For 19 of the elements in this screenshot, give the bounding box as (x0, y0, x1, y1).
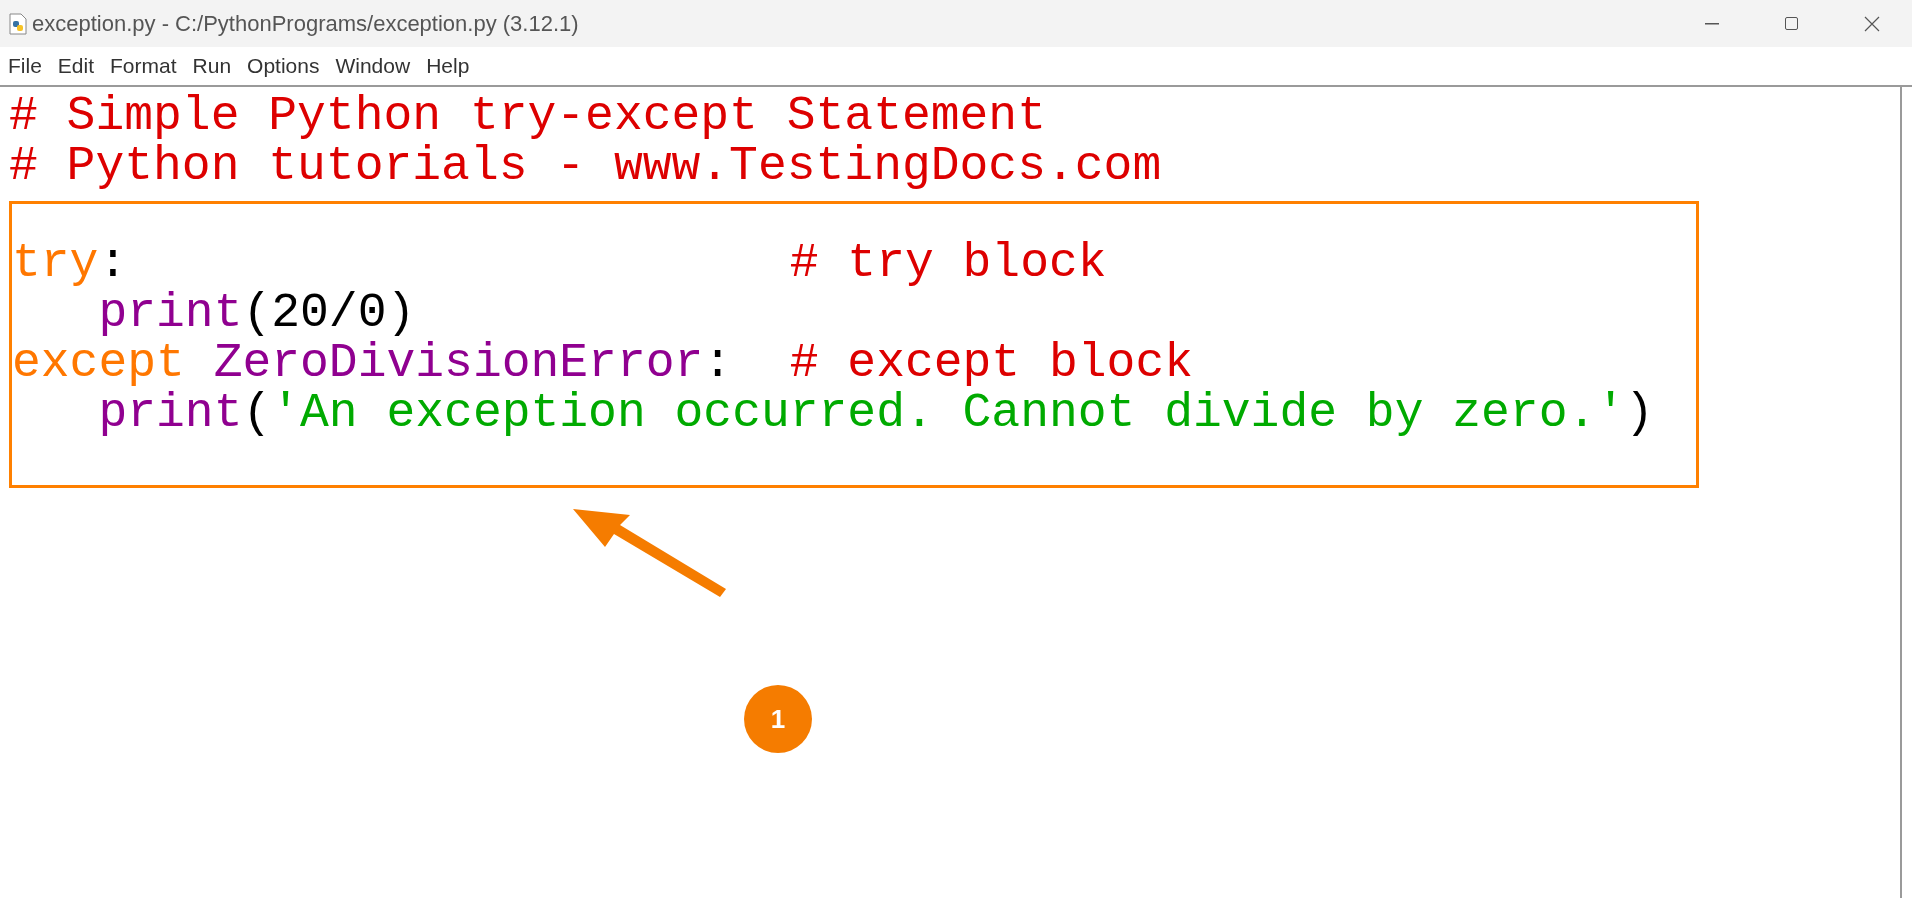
menu-item[interactable]: Format (110, 50, 177, 82)
menu-item[interactable]: Options (247, 50, 320, 82)
code-line: try: # try block (12, 238, 1108, 288)
menu-item[interactable]: Run (192, 50, 232, 82)
menu-item[interactable]: Help (426, 50, 470, 82)
menu-item[interactable]: File (8, 50, 42, 82)
menu-item[interactable]: Window (335, 50, 411, 82)
minimize-icon[interactable] (1705, 22, 1719, 25)
code-line: except ZeroDivisionError: # except block (12, 338, 1194, 388)
code-line: # Python tutorials - www.TestingDocs.com (8, 141, 1163, 191)
close-icon[interactable] (1864, 15, 1880, 32)
menu-item[interactable]: Edit (57, 50, 95, 82)
step-number: 1 (744, 685, 812, 753)
code-line: print('An exception occurred. Cannot divide by zero.') (97, 388, 1655, 438)
code-line: # Simple Python try-except Statement (8, 91, 1047, 141)
code-line: print(20/0) (97, 288, 417, 338)
python-file-icon (8, 12, 28, 35)
window-title: exception.py - C:/PythonPrograms/exception.py (3.12.1) (32, 10, 579, 38)
maximize-icon[interactable] (1785, 16, 1799, 31)
